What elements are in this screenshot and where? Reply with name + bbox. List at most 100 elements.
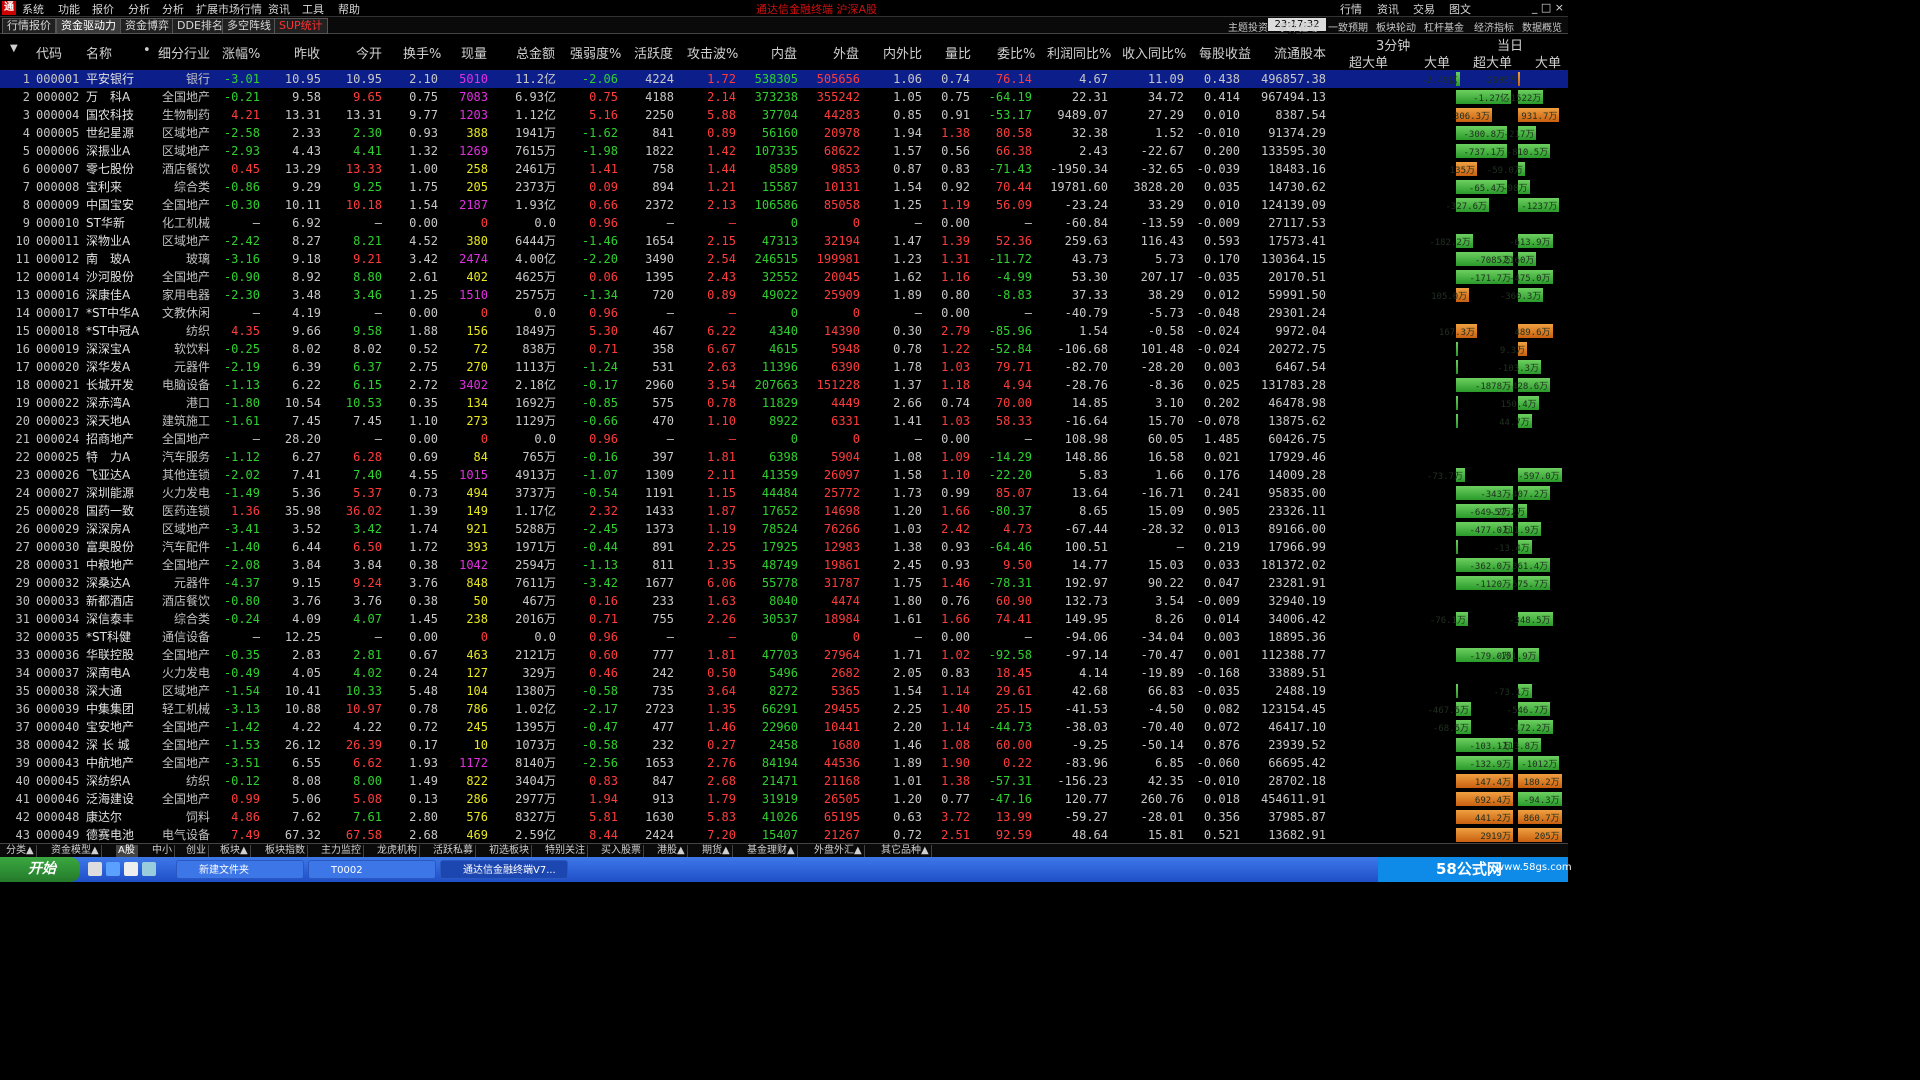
bottom-tab[interactable]: 龙虎机构 <box>375 845 420 857</box>
header-open[interactable]: 今开 <box>356 43 382 62</box>
link-data-overview[interactable]: 数据概览 <box>1522 19 1562 34</box>
window-controls[interactable]: _ □ × <box>1532 1 1564 14</box>
menu-news[interactable]: 资讯 <box>268 1 290 17</box>
table-row[interactable]: 7 000008 宝利来 综合类 -0.86 9.29 9.25 1.75 205 2373万 0.… <box>0 178 1568 196</box>
table-row[interactable]: 30 000033 新都酒店 酒店餐饮 -0.80 3.76 3.76 0.38 50 467万 0… <box>0 592 1568 610</box>
menu-ext-market[interactable]: 扩展市场行情 <box>196 1 262 17</box>
header-code[interactable]: 代码 <box>36 43 62 62</box>
menu-depth[interactable]: 分析 <box>128 1 150 17</box>
header-strength[interactable]: 强弱度% <box>570 43 621 62</box>
table-row[interactable]: 1 000001 平安银行 银行 -3.01 10.95 10.95 2.10 5010 11.2… <box>0 70 1568 88</box>
table-row[interactable]: 28 000031 中粮地产 全国地产 -2.08 3.84 3.84 0.38 1042 259… <box>0 556 1568 574</box>
header-change-pct[interactable]: 涨幅% <box>222 43 260 62</box>
table-row[interactable]: 26 000029 深深房A 区域地产 -3.41 3.52 3.42 1.74 921 5288… <box>0 520 1568 538</box>
header-profit-yoy[interactable]: 利润同比% <box>1047 43 1111 62</box>
table-row[interactable]: 9 000010 ST华新 化工机械 — 6.92 — 0.00 0 0.0 0.96 — — 0 0 — 0.… <box>0 214 1568 232</box>
header-outer[interactable]: 外盘 <box>833 43 859 62</box>
tab-long-short[interactable]: 多空阵线 <box>222 18 276 34</box>
menu-help[interactable]: 帮助 <box>338 1 360 17</box>
header-day-l[interactable]: 大单 <box>1535 52 1561 71</box>
right-menu-chart[interactable]: 图文 <box>1449 1 1471 17</box>
table-row[interactable]: 4 000005 世纪星源 区域地产 -2.58 2.33 2.30 0.93 388 1941万… <box>0 124 1568 142</box>
table-row[interactable]: 35 000038 深大通 区域地产 -1.54 10.41 10.33 5.48 104 138… <box>0 682 1568 700</box>
table-row[interactable]: 41 000046 泛海建设 全国地产 0.99 5.06 5.08 0.13 286 2977万… <box>0 790 1568 808</box>
header-menu-icon[interactable]: ▼ <box>10 43 18 54</box>
table-row[interactable]: 34 000037 深南电A 火力发电 -0.49 4.05 4.02 0.24 127 329万… <box>0 664 1568 682</box>
table-row[interactable]: 37 000040 宝安地产 全国地产 -1.42 4.22 4.22 0.72 245 1395… <box>0 718 1568 736</box>
table-row[interactable]: 23 000026 飞亚达A 其他连锁 -2.02 7.41 7.40 4.55 1015 491… <box>0 466 1568 484</box>
header-3min-l[interactable]: 大单 <box>1424 52 1450 71</box>
table-row[interactable]: 2 000002 万 科A 全国地产 -0.21 9.58 9.65 0.75 7083 6.93… <box>0 88 1568 106</box>
bottom-tab[interactable]: 初选板块 <box>487 845 532 857</box>
bottom-tab[interactable]: 其它品种▲ <box>879 845 932 857</box>
bottom-tab[interactable]: 板块指数 <box>263 845 308 857</box>
header-attack[interactable]: 攻击波% <box>687 43 738 62</box>
bottom-tab[interactable]: 活跃私募 <box>431 845 476 857</box>
table-row[interactable]: 16 000019 深深宝A 软饮料 -0.25 8.02 8.02 0.52 72 838万 0.… <box>0 340 1568 358</box>
doc-icon[interactable] <box>124 862 138 876</box>
link-sector-rotation[interactable]: 板块轮动 <box>1376 19 1416 34</box>
header-amount[interactable]: 总金额 <box>516 43 555 62</box>
link-theme-invest[interactable]: 主题投资 <box>1228 19 1268 34</box>
table-row[interactable]: 15 000018 *ST中冠A 纺织 4.35 9.66 9.58 1.88 156 1849万… <box>0 322 1568 340</box>
table-row[interactable]: 38 000042 深 长 城 全国地产 -1.53 26.12 26.39 0.17 10 10… <box>0 736 1568 754</box>
table-row[interactable]: 6 000007 零七股份 酒店餐饮 0.45 13.29 13.33 1.00 258 2461… <box>0 160 1568 178</box>
menu-tools[interactable]: 工具 <box>302 1 324 17</box>
bottom-tab[interactable]: 港股▲ <box>655 845 688 857</box>
header-inner[interactable]: 内盘 <box>771 43 797 62</box>
ie-icon[interactable] <box>106 862 120 876</box>
bottom-tab[interactable]: A股 <box>116 845 138 857</box>
table-row[interactable]: 11 000012 南 玻A 玻璃 -3.16 9.18 9.21 3.42 2474 4.00亿… <box>0 250 1568 268</box>
tab-fund-game[interactable]: 资金博弈 <box>120 18 174 34</box>
header-prev-close[interactable]: 昨收 <box>294 43 320 62</box>
bottom-tab[interactable]: 资金模型▲ <box>49 845 102 857</box>
table-row[interactable]: 40 000045 深纺织A 纺织 -0.12 8.08 8.00 1.49 822 3404万 0… <box>0 772 1568 790</box>
bottom-tab[interactable]: 期货▲ <box>700 845 733 857</box>
bottom-tab[interactable]: 分类▲ <box>4 845 37 857</box>
task-new-folder[interactable]: 新建文件夹 <box>176 860 304 879</box>
table-row[interactable]: 10 000011 深物业A 区域地产 -2.42 8.27 8.21 4.52 380 6444… <box>0 232 1568 250</box>
task-tdx-terminal[interactable]: 通达信金融终端V7... <box>440 860 568 879</box>
link-event-drive[interactable]: 事件驱动 <box>1278 19 1318 34</box>
bottom-tab[interactable]: 主力监控 <box>319 845 364 857</box>
start-button[interactable]: 开始 <box>0 857 80 882</box>
table-row[interactable]: 17 000020 深华发A 元器件 -2.19 6.39 6.37 2.75 270 1113万… <box>0 358 1568 376</box>
header-day-xl[interactable]: 超大单 <box>1473 52 1512 71</box>
table-row[interactable]: 29 000032 深桑达A 元器件 -4.37 9.15 9.24 3.76 848 7611万… <box>0 574 1568 592</box>
table-row[interactable]: 32 000035 *ST科健 通信设备 — 12.25 — 0.00 0 0.0 0.96 — — 0 0… <box>0 628 1568 646</box>
table-row[interactable]: 33 000036 华联控股 全国地产 -0.35 2.83 2.81 0.67 463 2121… <box>0 646 1568 664</box>
right-menu-news[interactable]: 资讯 <box>1377 1 1399 17</box>
menu-analysis[interactable]: 分析 <box>162 1 184 17</box>
right-menu-quote[interactable]: 行情 <box>1340 1 1362 17</box>
table-row[interactable]: 31 000034 深信泰丰 综合类 -0.24 4.09 4.07 1.45 238 2016万… <box>0 610 1568 628</box>
table-row[interactable]: 5 000006 深振业A 区域地产 -2.93 4.43 4.41 1.32 1269 7615… <box>0 142 1568 160</box>
header-3min-xl[interactable]: 超大单 <box>1349 52 1388 71</box>
header-revenue-yoy[interactable]: 收入同比% <box>1122 43 1186 62</box>
header-turnover[interactable]: 换手% <box>403 43 441 62</box>
bottom-tab[interactable]: 创业 <box>184 845 209 857</box>
bottom-tab[interactable]: 特别关注 <box>543 845 588 857</box>
link-consensus[interactable]: 一致预期 <box>1328 19 1368 34</box>
header-vol-ratio[interactable]: 量比 <box>945 43 971 62</box>
table-row[interactable]: 8 000009 中国宝安 全国地产 -0.30 10.11 10.18 1.54 2187 1.… <box>0 196 1568 214</box>
table-row[interactable]: 24 000027 深圳能源 火力发电 -1.49 5.36 5.37 0.73 494 3737… <box>0 484 1568 502</box>
bottom-tab[interactable]: 基金理财▲ <box>745 845 798 857</box>
tab-sup-stat[interactable]: SUP统计 <box>274 18 328 34</box>
table-row[interactable]: 20 000023 深天地A 建筑施工 -1.61 7.45 7.45 1.10 273 1129… <box>0 412 1568 430</box>
table-row[interactable]: 42 000048 康达尔 饲料 4.86 7.62 7.61 2.80 576 8327万 5.8… <box>0 808 1568 826</box>
table-row[interactable]: 27 000030 富奥股份 汽车配件 -1.40 6.44 6.50 1.72 393 1971… <box>0 538 1568 556</box>
link-econ-index[interactable]: 经济指标 <box>1474 19 1514 34</box>
menu-function[interactable]: 功能 <box>58 1 80 17</box>
quicklaunch-icon[interactable] <box>88 862 102 876</box>
table-row[interactable]: 12 000014 沙河股份 全国地产 -0.90 8.92 8.80 2.61 402 4625… <box>0 268 1568 286</box>
right-menu-trade[interactable]: 交易 <box>1413 1 1435 17</box>
tab-dde-rank[interactable]: DDE排名 <box>172 18 228 34</box>
bottom-tab[interactable]: 买入股票 <box>599 845 644 857</box>
table-row[interactable]: 13 000016 深康佳A 家用电器 -2.30 3.48 3.46 1.25 1510 257… <box>0 286 1568 304</box>
header-eps[interactable]: 每股收益 <box>1199 43 1251 62</box>
bottom-tab[interactable]: 中小 <box>150 845 175 857</box>
task-t0002[interactable]: T0002 <box>308 860 436 879</box>
media-icon[interactable] <box>142 862 156 876</box>
table-row[interactable]: 19 000022 深赤湾A 港口 -1.80 10.54 10.53 0.35 134 1692… <box>0 394 1568 412</box>
header-name[interactable]: 名称 <box>86 43 112 62</box>
